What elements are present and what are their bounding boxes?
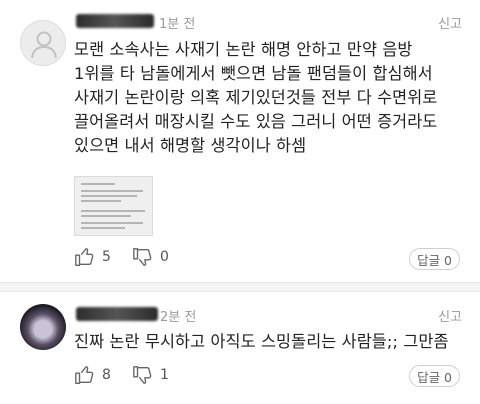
comment-line: 모랜 소속사는 사재기 논란 해명 안하고 만약 음방: [74, 40, 413, 59]
dislike-button[interactable]: 0: [132, 246, 169, 268]
dislike-button[interactable]: 1: [132, 364, 169, 386]
reply-button[interactable]: 답글 0: [409, 248, 460, 270]
like-count: 5: [102, 249, 111, 265]
comment-line: 있으면 내서 해명할 생각이나 하셈: [74, 136, 307, 155]
dislike-count: 0: [160, 249, 169, 265]
comment-text: 진짜 논란 무시하고 아직도 스밍돌리는 사람들;; 그만좀: [74, 330, 449, 354]
author-name[interactable]: [76, 14, 154, 28]
attached-image-thumbnail[interactable]: [74, 176, 153, 236]
like-count: 8: [102, 367, 111, 383]
comment-text: 모랜 소속사는 사재기 논란 해명 안하고 만약 음방 1위를 타 남돌에게서 …: [74, 38, 437, 158]
like-button[interactable]: 5: [74, 246, 111, 268]
report-button[interactable]: 신고: [438, 306, 462, 325]
comment-time: 1분 전: [159, 17, 196, 32]
author-name[interactable]: [76, 307, 158, 321]
thumbs-down-icon: [133, 248, 152, 266]
avatar[interactable]: [20, 20, 66, 66]
comment-line: 진짜 논란 무시하고 아직도 스밍돌리는 사람들;; 그만좀: [74, 332, 449, 351]
comment-line: 사재기 논란이랑 의혹 제기있던것들 전부 다 수면위로: [74, 88, 438, 107]
user-silhouette-icon: [31, 31, 57, 59]
comment-time: 2분 전: [160, 310, 197, 325]
avatar[interactable]: [20, 304, 66, 350]
comment-item: 2분 전 신고 진짜 논란 무시하고 아직도 스밍돌리는 사람들;; 그만좀 8…: [0, 292, 480, 404]
thumbs-up-icon: [75, 248, 94, 266]
thumbs-up-icon: [75, 366, 94, 384]
comment-item: 1분 전 신고 모랜 소속사는 사재기 논란 해명 안하고 만약 음방 1위를 …: [0, 0, 480, 282]
thumbs-down-icon: [133, 366, 152, 384]
comment-line: 끌어올려서 매장시킬 수도 있음 그러니 어떤 증거라도: [74, 112, 438, 131]
comment-line: 1위를 타 남돌에게서 뺏으면 남돌 팬덤들이 합심해서: [74, 64, 433, 83]
reply-button[interactable]: 답글 0: [409, 365, 460, 387]
report-button[interactable]: 신고: [438, 13, 462, 32]
comment-divider: [0, 282, 480, 292]
dislike-count: 1: [160, 367, 169, 383]
like-button[interactable]: 8: [74, 364, 111, 386]
